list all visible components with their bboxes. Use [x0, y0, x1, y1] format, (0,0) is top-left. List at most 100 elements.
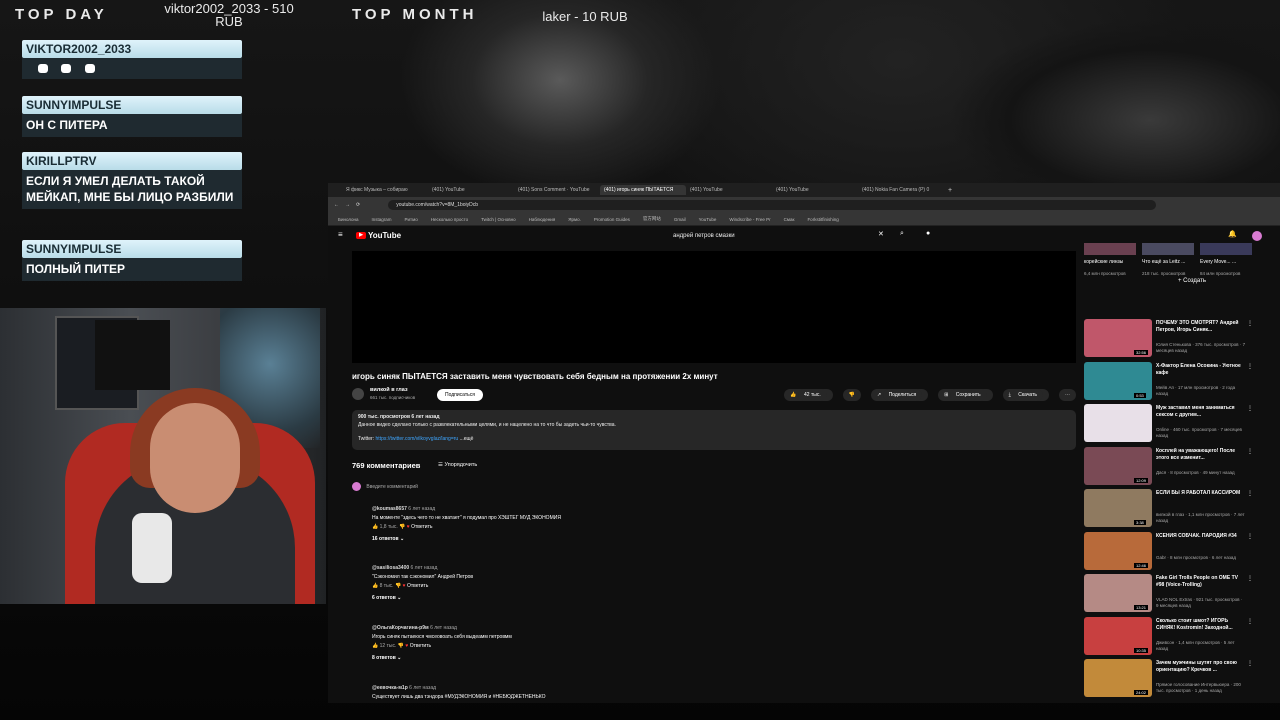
- comment-author[interactable]: @еевочка-м1р: [372, 685, 408, 691]
- recommendation-item[interactable]: 12:09 Косплей на уважающего! После этого …: [1084, 446, 1256, 487]
- dislike-button[interactable]: 👎: [842, 389, 861, 401]
- menu-icon[interactable]: ≡: [338, 230, 343, 239]
- bookmark[interactable]: Twitch | Основнo: [481, 217, 516, 222]
- short-thumb[interactable]: [1084, 243, 1136, 255]
- avatar[interactable]: [1252, 231, 1262, 241]
- more-options-icon[interactable]: ⋮: [1247, 660, 1253, 667]
- bookmark[interactable]: Forkstitfinishing: [807, 217, 838, 222]
- recommendation-title[interactable]: Fake Girl Trolls People on OME TV #98 (V…: [1156, 575, 1244, 589]
- comment-author[interactable]: @ОльгаКорчагина-р9м: [372, 625, 429, 631]
- browser-tab[interactable]: (401) YouTube: [428, 185, 514, 195]
- dislike-icon[interactable]: 👎: [399, 524, 405, 530]
- browser-tab[interactable]: (401) YouTube: [772, 185, 858, 195]
- recommendation-item[interactable]: 3:38 ЕСЛИ БЫ Я РАБОТАЛ КАССИРОМ вилкой в г…: [1084, 489, 1256, 529]
- reply-button[interactable]: Ответить: [410, 643, 431, 649]
- more-options-icon[interactable]: ⋮: [1247, 618, 1253, 625]
- replies-toggle[interactable]: 6 ответов ⌄: [372, 594, 1072, 603]
- bookmark[interactable]: Наблюдения: [529, 217, 556, 222]
- bookmark[interactable]: Несколько просто: [431, 217, 468, 222]
- back-icon[interactable]: ←: [334, 202, 339, 208]
- dislike-icon[interactable]: 👎: [398, 643, 404, 649]
- channel-name[interactable]: вилкой в глаз: [370, 387, 408, 393]
- bookmark[interactable]: Gmail: [674, 217, 686, 222]
- video-player[interactable]: [352, 251, 1076, 363]
- search-icon[interactable]: ⌕: [900, 230, 904, 238]
- bookmark[interactable]: Ярмо.: [568, 217, 581, 222]
- more-options-icon[interactable]: ⋮: [1247, 363, 1253, 370]
- reply-button[interactable]: Ответить: [407, 583, 428, 589]
- recommendation-item[interactable]: 0:53 X-Фактор Елена Осокина - Уютное кафе…: [1084, 361, 1256, 402]
- bookmark[interactable]: Ритмо: [405, 217, 418, 222]
- recommendation-item[interactable]: 12:46 КСЕНИЯ СОБЧАК. ПАРОДИЯ #34 Gabr · 8 …: [1084, 531, 1256, 572]
- bookmark[interactable]: Смак: [784, 217, 795, 222]
- bookmark[interactable]: YouTube: [699, 217, 717, 222]
- description-box[interactable]: 900 тыс. просмотров 6 лет назад Данное в…: [352, 410, 1076, 450]
- dislike-icon[interactable]: 👎: [395, 583, 401, 589]
- browser-tab[interactable]: (401) Nokia Fan Camera (P) 0: [858, 185, 944, 195]
- channel-avatar[interactable]: [352, 388, 364, 400]
- youtube-logo[interactable]: ▶ YouTube: [356, 231, 401, 240]
- recommendation-title[interactable]: КСЕНИЯ СОБЧАК. ПАРОДИЯ #34: [1156, 533, 1244, 540]
- notifications-icon[interactable]: 🔔: [1228, 230, 1237, 238]
- recommendation-title[interactable]: Зачем мужчины шутят про свою ориентацию?…: [1156, 660, 1244, 674]
- recommendation-item[interactable]: Муж заставил меня заниматься сексом с др…: [1084, 404, 1256, 444]
- more-icon[interactable]: ⋯: [1059, 389, 1076, 401]
- browser-tab[interactable]: (401) YouTube: [686, 185, 772, 195]
- recommendation-title[interactable]: Сколько стоит шмот? ИГОРЬ СИНЯК! Kostrom…: [1156, 618, 1244, 632]
- browser-tab[interactable]: (401) Sons Comment · YouTube: [514, 185, 600, 195]
- comment-author[interactable]: @sasiliosa3400: [372, 565, 409, 571]
- short-thumb[interactable]: [1142, 243, 1194, 255]
- subscribe-button[interactable]: Подписаться: [437, 389, 483, 401]
- comment-author[interactable]: @koumas8657: [372, 506, 407, 512]
- more-options-icon[interactable]: ⋮: [1247, 405, 1253, 412]
- recommendation-thumbnail[interactable]: [1084, 404, 1152, 442]
- reload-icon[interactable]: ⟳: [356, 202, 360, 208]
- bookmark[interactable]: Windscribe - Free Pr: [729, 217, 770, 222]
- clear-search-icon[interactable]: ✕: [878, 230, 884, 238]
- share-button[interactable]: ↗ Поделиться: [870, 389, 929, 401]
- save-button[interactable]: ⊞ Сохранить: [938, 389, 993, 401]
- comment-likes: 12 тыс.: [379, 643, 397, 649]
- bookmark[interactable]: Promotion Guides: [594, 217, 630, 222]
- more-options-icon[interactable]: ⋮: [1247, 533, 1253, 540]
- more-options-icon[interactable]: ⋮: [1247, 320, 1253, 327]
- recommendation-title[interactable]: ЕСЛИ БЫ Я РАБОТАЛ КАССИРОМ: [1156, 490, 1244, 497]
- recommendation-title[interactable]: Муж заставил меня заниматься сексом с др…: [1156, 405, 1244, 419]
- add-comment-input[interactable]: Введите комментарий: [352, 482, 418, 491]
- forward-icon[interactable]: →: [345, 202, 350, 208]
- recommendation-title[interactable]: ПОЧЕМУ ЭТО СМОТРЯТ? Андрей Петров, Игорь…: [1156, 320, 1244, 334]
- sort-button[interactable]: ☰ Упорядочить: [438, 462, 477, 468]
- like-button[interactable]: 👍 42 тыс.: [784, 389, 833, 401]
- browser-tab-active[interactable]: (401) игорь синяк ПЫТАЕТСЯ: [600, 185, 686, 195]
- new-tab-button[interactable]: +: [948, 187, 952, 194]
- short-title[interactable]: Every Move... ...: [1200, 259, 1250, 265]
- short-thumb[interactable]: [1200, 243, 1252, 255]
- recommendation-title[interactable]: Косплей на уважающего! После этого все и…: [1156, 448, 1244, 462]
- like-icon[interactable]: 👍: [372, 643, 378, 649]
- more-options-icon[interactable]: ⋮: [1247, 490, 1253, 497]
- recommendation-item[interactable]: 10:35 Сколько стоит шмот? ИГОРЬ СИНЯК! Ko…: [1084, 616, 1256, 657]
- download-button[interactable]: ⤓ Скачать: [1002, 389, 1049, 401]
- recommendation-title[interactable]: X-Фактор Елена Осокина - Уютное кафе: [1156, 363, 1244, 377]
- more-options-icon[interactable]: ⋮: [1247, 575, 1253, 582]
- like-icon[interactable]: 👍: [372, 524, 378, 530]
- bookmark[interactable]: Instagram: [372, 217, 392, 222]
- reply-button[interactable]: Ответить: [411, 524, 432, 530]
- show-more-link[interactable]: ...ещё: [460, 436, 474, 442]
- browser-tab[interactable]: Я фикс Музыка – собираю: [342, 185, 428, 195]
- short-title[interactable]: корейские линзы: [1084, 259, 1134, 265]
- recommendation-item[interactable]: 13:21 Fake Girl Trolls People on OME TV #…: [1084, 574, 1256, 614]
- address-bar[interactable]: youtube.com/watch?v=8M_1boiyDcb: [388, 200, 1157, 210]
- bookmark[interactable]: 官方网站: [643, 216, 661, 222]
- bookmark[interactable]: Бинолона: [338, 217, 359, 222]
- search-input[interactable]: андрей петров смазки: [673, 230, 883, 242]
- twitter-link[interactable]: https://twitter.com/vilkoyvglaz/lang=ru: [376, 436, 459, 442]
- recommendation-item[interactable]: 24:02 Зачем мужчины шутят про свою ориент…: [1084, 659, 1256, 699]
- replies-toggle[interactable]: 16 ответов ⌄: [372, 535, 1072, 544]
- more-options-icon[interactable]: ⋮: [1247, 448, 1253, 455]
- microphone-icon[interactable]: ●: [926, 230, 930, 237]
- short-title[interactable]: Что ещё за Leitz ...: [1142, 259, 1192, 265]
- like-icon[interactable]: 👍: [372, 583, 378, 589]
- replies-toggle[interactable]: 8 ответов ⌄: [372, 654, 1072, 663]
- recommendation-item[interactable]: 32:56 ПОЧЕМУ ЭТО СМОТРЯТ? Андрей Петров, …: [1084, 319, 1256, 359]
